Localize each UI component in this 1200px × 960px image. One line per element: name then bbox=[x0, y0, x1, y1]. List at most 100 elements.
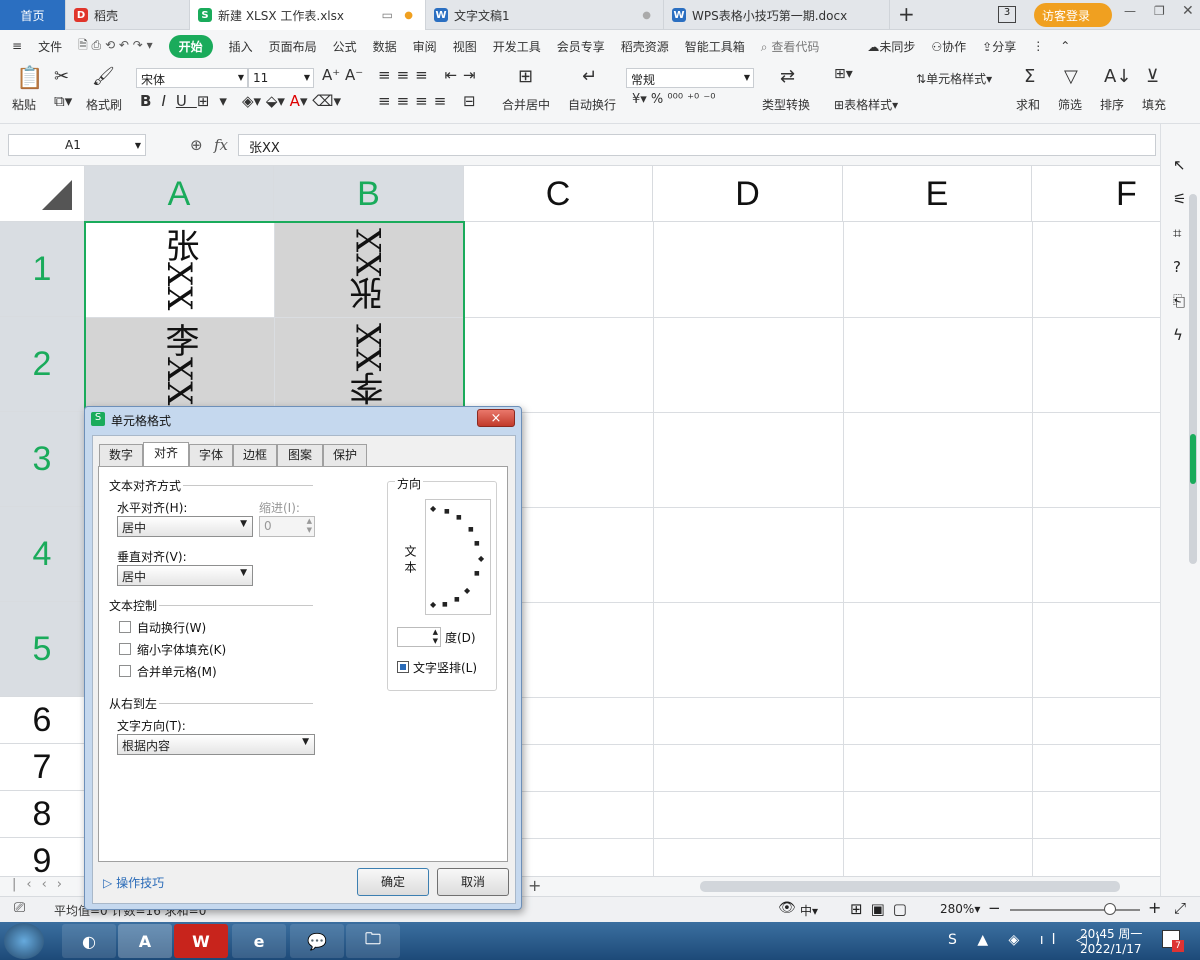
backup-icon[interactable]: ⎗ bbox=[1173, 292, 1185, 310]
zoom-in-icon[interactable]: + bbox=[1148, 898, 1161, 917]
more-icon[interactable]: ⋮ bbox=[1032, 39, 1044, 53]
zoom-level[interactable]: 280%▾ bbox=[940, 902, 980, 916]
convert-icon[interactable]: ⇄ bbox=[780, 66, 795, 87]
share-button[interactable]: ⇪分享 bbox=[982, 38, 1016, 55]
tab-pattern[interactable]: 图案 bbox=[277, 444, 323, 466]
tab-font[interactable]: 字体 bbox=[189, 444, 233, 466]
scroll-marker[interactable] bbox=[1190, 434, 1196, 484]
format-painter-icon[interactable]: 🖌 bbox=[92, 66, 115, 87]
number-icons[interactable]: ¥▾ % ⁰⁰⁰ ⁺⁰ ⁻⁰ bbox=[632, 92, 715, 107]
copy-icon[interactable]: ⧉▾ bbox=[54, 92, 72, 110]
sum-button[interactable]: 求和 bbox=[1016, 96, 1040, 113]
fx-icon[interactable]: fx bbox=[214, 136, 228, 154]
settings-sliders-icon[interactable]: ⚟ bbox=[1173, 190, 1186, 208]
tab-count-badge[interactable]: 3 bbox=[998, 6, 1016, 23]
collapse-ribbon-icon[interactable]: ⌃ bbox=[1060, 39, 1070, 53]
add-sheet-icon[interactable]: + bbox=[528, 876, 541, 895]
fill-icon[interactable]: ⊻ bbox=[1146, 66, 1159, 87]
help-icon[interactable]: ? bbox=[1173, 258, 1181, 276]
wrap-icon[interactable]: ↵ bbox=[582, 66, 597, 87]
row-header-8[interactable]: 8 bbox=[0, 791, 85, 838]
shrink-checkbox[interactable] bbox=[119, 643, 131, 655]
tab-number[interactable]: 数字 bbox=[99, 444, 143, 466]
tab-border[interactable]: 边框 bbox=[233, 444, 277, 466]
close-window-icon[interactable]: ✕ bbox=[1182, 3, 1194, 19]
col-header-e[interactable]: E bbox=[843, 166, 1032, 222]
wrap-checkbox[interactable] bbox=[119, 621, 131, 633]
fill-color-icons[interactable]: ◈▾ ⬙▾ A▾ ⌫▾ bbox=[242, 92, 341, 110]
fullscreen-icon[interactable]: ⤢ bbox=[1174, 899, 1186, 917]
start-button[interactable] bbox=[4, 923, 44, 959]
merge-checkbox[interactable] bbox=[119, 665, 131, 677]
table-style-button[interactable]: ⊞表格样式▾ bbox=[834, 96, 898, 113]
cancel-button[interactable]: 取消 bbox=[437, 868, 509, 896]
sum-icon[interactable]: Σ bbox=[1024, 66, 1035, 87]
row-header-6[interactable]: 6 bbox=[0, 697, 85, 744]
sheet-nav-arrows-icon[interactable]: |‹‹› bbox=[12, 877, 72, 892]
menu-file[interactable]: 文件 bbox=[38, 38, 62, 55]
menu-smart-toolbox[interactable]: 智能工具箱 bbox=[685, 38, 745, 55]
row-header-4[interactable]: 4 bbox=[0, 507, 85, 602]
h-align-select[interactable]: 居中 ▼ bbox=[117, 516, 253, 537]
font-size-select[interactable]: 11 ▼ bbox=[248, 68, 314, 88]
tab-xlsx[interactable]: S 新建 XLSX 工作表.xlsx ▭ ● bbox=[190, 0, 426, 30]
row-header-2[interactable]: 2 bbox=[0, 317, 85, 412]
minimize-icon[interactable]: — bbox=[1124, 4, 1136, 18]
col-header-c[interactable]: C bbox=[464, 166, 653, 222]
col-header-b[interactable]: B bbox=[274, 166, 464, 222]
menu-review[interactable]: 审阅 bbox=[413, 38, 437, 55]
login-button[interactable]: 访客登录 bbox=[1034, 3, 1112, 27]
filter-icon[interactable]: ▽ bbox=[1064, 66, 1078, 87]
degree-stepper[interactable]: ▲ ▼ bbox=[397, 627, 441, 647]
paste-button[interactable]: 粘贴 bbox=[12, 96, 36, 113]
hamburger-icon[interactable]: ≡ bbox=[12, 39, 22, 53]
number-format-select[interactable]: 常规 ▼ bbox=[626, 68, 754, 88]
font-select[interactable]: 宋体 ▼ bbox=[136, 68, 248, 88]
orientation-dial[interactable]: ◆ ■ ■ ■ ■ ◆ ■ ◆ ■ ■ ◆ bbox=[425, 499, 491, 615]
vertical-text-checkbox[interactable] bbox=[397, 661, 409, 673]
format-painter-button[interactable]: 格式刷 bbox=[86, 96, 122, 113]
cond-format-button[interactable]: ⊞▾ bbox=[834, 66, 853, 82]
eye-icon[interactable]: 👁 bbox=[778, 900, 796, 916]
zoom-out-icon[interactable]: − bbox=[988, 899, 1001, 917]
row-header-9[interactable]: 9 bbox=[0, 838, 85, 876]
zoom-formula-icon[interactable]: ⊕ bbox=[190, 136, 203, 154]
ok-button[interactable]: 确定 bbox=[357, 868, 429, 896]
tab-home[interactable]: 首页 bbox=[0, 0, 66, 30]
tab-doc1[interactable]: W 文字文稿1 ● bbox=[426, 0, 664, 30]
taskbar-browser-icon[interactable]: ◐ bbox=[62, 924, 116, 958]
crop-icon[interactable]: ⌗ bbox=[1173, 224, 1181, 242]
menu-formula[interactable]: 公式 bbox=[333, 38, 357, 55]
font-style-icons[interactable]: BIU⊞▾ bbox=[140, 92, 237, 110]
formula-input[interactable]: 张XX bbox=[238, 134, 1156, 156]
col-header-f[interactable]: F bbox=[1032, 166, 1160, 222]
vertical-align-icons[interactable]: ≡≡≡ ⇤⇥ bbox=[378, 66, 482, 84]
row-header-3[interactable]: 3 bbox=[0, 412, 85, 507]
type-convert-button[interactable]: 类型转换 bbox=[762, 96, 810, 113]
indent-stepper[interactable]: 0 ▲ ▼ bbox=[259, 516, 315, 537]
merge-button[interactable]: 合并居中 bbox=[502, 96, 550, 113]
paste-icon[interactable]: 📋 bbox=[16, 66, 43, 91]
sync-button[interactable]: ☁未同步 bbox=[867, 38, 915, 55]
zoom-slider-thumb[interactable] bbox=[1104, 903, 1116, 915]
grow-font-icon[interactable]: A⁺ A⁻ bbox=[322, 66, 363, 84]
col-header-a[interactable]: A bbox=[85, 166, 274, 222]
menu-insert[interactable]: 插入 bbox=[229, 38, 253, 55]
v-align-select[interactable]: 居中 ▼ bbox=[117, 565, 253, 586]
status-icon[interactable]: ⎚ bbox=[14, 900, 25, 916]
fill-button[interactable]: 填充 bbox=[1142, 96, 1166, 113]
menu-view[interactable]: 视图 bbox=[453, 38, 477, 55]
restore-icon[interactable]: ❐ bbox=[1154, 4, 1165, 18]
zoom-slider[interactable] bbox=[1010, 909, 1140, 911]
wrap-button[interactable]: 自动换行 bbox=[568, 96, 616, 113]
lightning-icon[interactable]: ϟ bbox=[1173, 326, 1183, 344]
view-mode-icons[interactable]: ⊞▣▢ bbox=[850, 900, 915, 918]
taskbar-ie-icon[interactable]: e bbox=[232, 924, 286, 958]
menu-page-layout[interactable]: 页面布局 bbox=[269, 38, 317, 55]
select-all-corner[interactable] bbox=[0, 166, 85, 222]
tab-alignment[interactable]: 对齐 bbox=[143, 442, 189, 467]
quick-access-icons[interactable]: 🗎 ⎙ ⟲ ↶ ↷ ▾ bbox=[78, 36, 153, 57]
dialog-title-bar[interactable]: S 单元格格式 bbox=[85, 407, 521, 433]
cursor-icon[interactable]: ↖ bbox=[1173, 156, 1186, 174]
col-header-d[interactable]: D bbox=[653, 166, 843, 222]
